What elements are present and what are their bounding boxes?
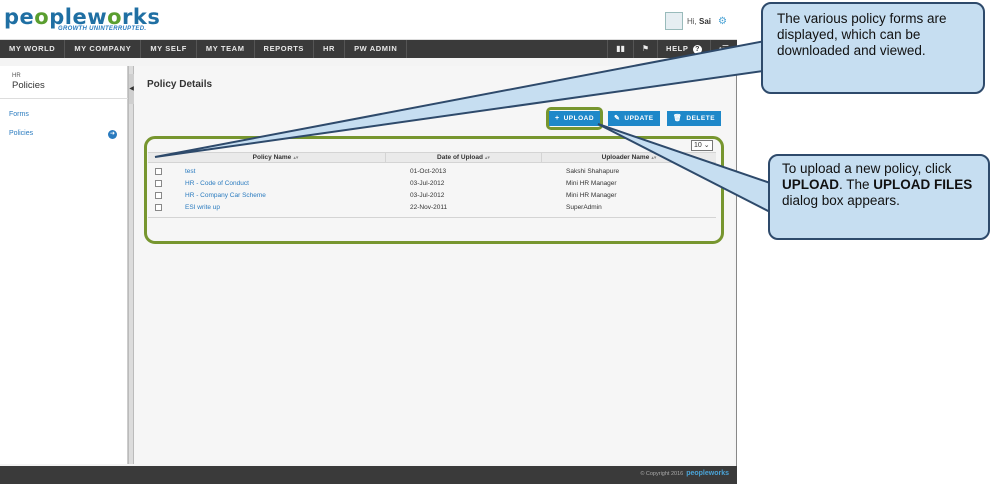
nav-item-hr[interactable]: HR <box>314 40 346 58</box>
policy-table: Policy Name ▴▾ Date of Upload ▴▾ Uploader … <box>148 152 716 218</box>
logo-part: o <box>34 5 50 29</box>
sort-icon: ▴▾ <box>293 155 299 161</box>
sidebar: HR Policies Forms Policies ➜ <box>0 66 128 464</box>
copyright-text: © Copyright 2016 <box>640 471 684 477</box>
policy-link[interactable]: HR - Company Car Scheme <box>185 190 266 202</box>
sidebar-section-label: HR <box>12 73 21 79</box>
user-greeting: Hi, Sai <box>687 17 711 26</box>
menu-toggle-icon[interactable]: •☰ <box>710 40 737 58</box>
flag-icon[interactable]: ⚑ <box>632 40 657 58</box>
callout-text: To upload a new policy, click <box>782 161 952 176</box>
top-nav-bar: MY WORLD MY COMPANY MY SELF MY TEAM REPO… <box>0 40 737 58</box>
arrow-right-icon: ➜ <box>108 130 117 139</box>
column-header-uploader[interactable]: Uploader Name ▴▾ <box>542 153 716 162</box>
sort-icon: ▴▾ <box>651 155 657 161</box>
main-content: Policy Details + UPLOAD ✎ UPDATE 🗑 DELETE 1… <box>134 66 734 464</box>
policy-link[interactable]: HR - Code of Conduct <box>185 178 249 190</box>
callout-policy-forms: The various policy forms are displayed, … <box>761 2 985 94</box>
row-checkbox[interactable] <box>155 204 162 211</box>
page-size-value: 10 <box>694 142 702 149</box>
nav-right-group: ▮▮ ⚑ HELP ? •☰ <box>607 40 737 58</box>
row-checkbox[interactable] <box>155 192 162 199</box>
row-checkbox[interactable] <box>155 168 162 175</box>
application-window: peopleworks GROWTH UNINTERRUPTED. Hi, Sa… <box>0 0 737 484</box>
policy-link[interactable]: test <box>185 166 195 178</box>
avatar[interactable] <box>665 12 683 30</box>
row-checkbox[interactable] <box>155 180 162 187</box>
help-button[interactable]: HELP ? <box>657 40 710 58</box>
logo-tagline: GROWTH UNINTERRUPTED. <box>58 26 147 32</box>
question-icon: ? <box>693 45 703 54</box>
sidebar-section-title: Policies <box>12 80 45 91</box>
nav-item-my-self[interactable]: MY SELF <box>141 40 197 58</box>
update-button[interactable]: ✎ UPDATE <box>608 111 660 126</box>
page-size-select[interactable]: 10 ⌄ <box>691 140 713 151</box>
sort-icon: ▴▾ <box>484 155 490 161</box>
column-header-policy-name[interactable]: Policy Name ▴▾ <box>166 153 386 162</box>
nav-item-my-company[interactable]: MY COMPANY <box>65 40 142 58</box>
column-label: Uploader Name <box>601 154 650 161</box>
upload-date: 22-Nov-2011 <box>410 204 448 211</box>
header-checkbox-cell <box>148 153 166 162</box>
uploader-name: Mini HR Manager <box>566 192 617 199</box>
table-row: HR - Company Car Scheme 03-Jul-2012 Mini… <box>148 190 716 202</box>
user-name: Sai <box>699 16 712 26</box>
callout-emphasis: UPLOAD <box>782 177 839 192</box>
uploader-name: SuperAdmin <box>566 204 602 211</box>
plus-icon: + <box>555 115 560 122</box>
delete-button[interactable]: 🗑 DELETE <box>667 111 722 126</box>
peopleworks-logo[interactable]: peopleworks GROWTH UNINTERRUPTED. <box>4 6 160 36</box>
upload-button[interactable]: + UPLOAD <box>549 111 601 126</box>
upload-date: 01-Oct-2013 <box>410 168 447 175</box>
trash-icon: 🗑 <box>673 115 683 122</box>
table-row: HR - Code of Conduct 03-Jul-2012 Mini HR… <box>148 178 716 190</box>
logo-part: pe <box>4 5 35 29</box>
book-icon[interactable]: ▮▮ <box>607 40 633 58</box>
chevron-down-icon: ⌄ <box>703 142 710 149</box>
callout-emphasis: UPLOAD FILES <box>873 177 973 192</box>
nav-item-my-world[interactable]: MY WORLD <box>0 40 66 58</box>
help-label: HELP <box>666 44 689 53</box>
nav-item-my-team[interactable]: MY TEAM <box>197 40 255 58</box>
table-row: test 01-Oct-2013 Sakshi Shahapure <box>148 166 716 178</box>
callout-text: dialog box appears. <box>782 193 900 208</box>
column-header-date[interactable]: Date of Upload ▴▾ <box>386 153 542 162</box>
sidebar-item-policies[interactable]: Policies <box>9 130 33 137</box>
column-label: Date of Upload <box>437 154 483 161</box>
table-header: Policy Name ▴▾ Date of Upload ▴▾ Uploader … <box>148 152 716 163</box>
callout-text: . The <box>839 177 874 192</box>
table-footer-line <box>148 217 716 218</box>
sidebar-divider <box>0 98 128 99</box>
app-footer: © Copyright 2016 peopleworks <box>0 466 737 484</box>
upload-date: 03-Jul-2012 <box>410 180 445 187</box>
pencil-icon: ✎ <box>614 115 621 122</box>
footer-logo: peopleworks <box>686 470 729 477</box>
footer-copyright: © Copyright 2016 peopleworks <box>640 470 729 477</box>
uploader-name: Mini HR Manager <box>566 180 617 187</box>
logo-wordmark: peopleworks <box>4 6 160 28</box>
update-label: UPDATE <box>624 115 654 122</box>
page-title: Policy Details <box>147 79 213 90</box>
sidebar-item-forms[interactable]: Forms <box>9 111 29 118</box>
nav-item-reports[interactable]: REPORTS <box>255 40 315 58</box>
upload-label: UPLOAD <box>563 115 595 122</box>
greeting-prefix: Hi, <box>687 16 697 26</box>
policy-link[interactable]: ESI write up <box>185 202 220 214</box>
table-row: ESI write up 22-Nov-2011 SuperAdmin <box>148 202 716 214</box>
column-label: Policy Name <box>252 154 292 161</box>
user-area: Hi, Sai ⚙ <box>665 12 727 30</box>
uploader-name: Sakshi Shahapure <box>566 168 620 175</box>
app-header: peopleworks GROWTH UNINTERRUPTED. Hi, Sa… <box>0 0 737 40</box>
gear-icon[interactable]: ⚙ <box>718 16 727 27</box>
nav-item-pw-admin[interactable]: PW ADMIN <box>345 40 408 58</box>
callout-upload-instructions: To upload a new policy, click UPLOAD. Th… <box>768 154 990 240</box>
delete-label: DELETE <box>686 115 716 122</box>
upload-date: 03-Jul-2012 <box>410 192 445 199</box>
